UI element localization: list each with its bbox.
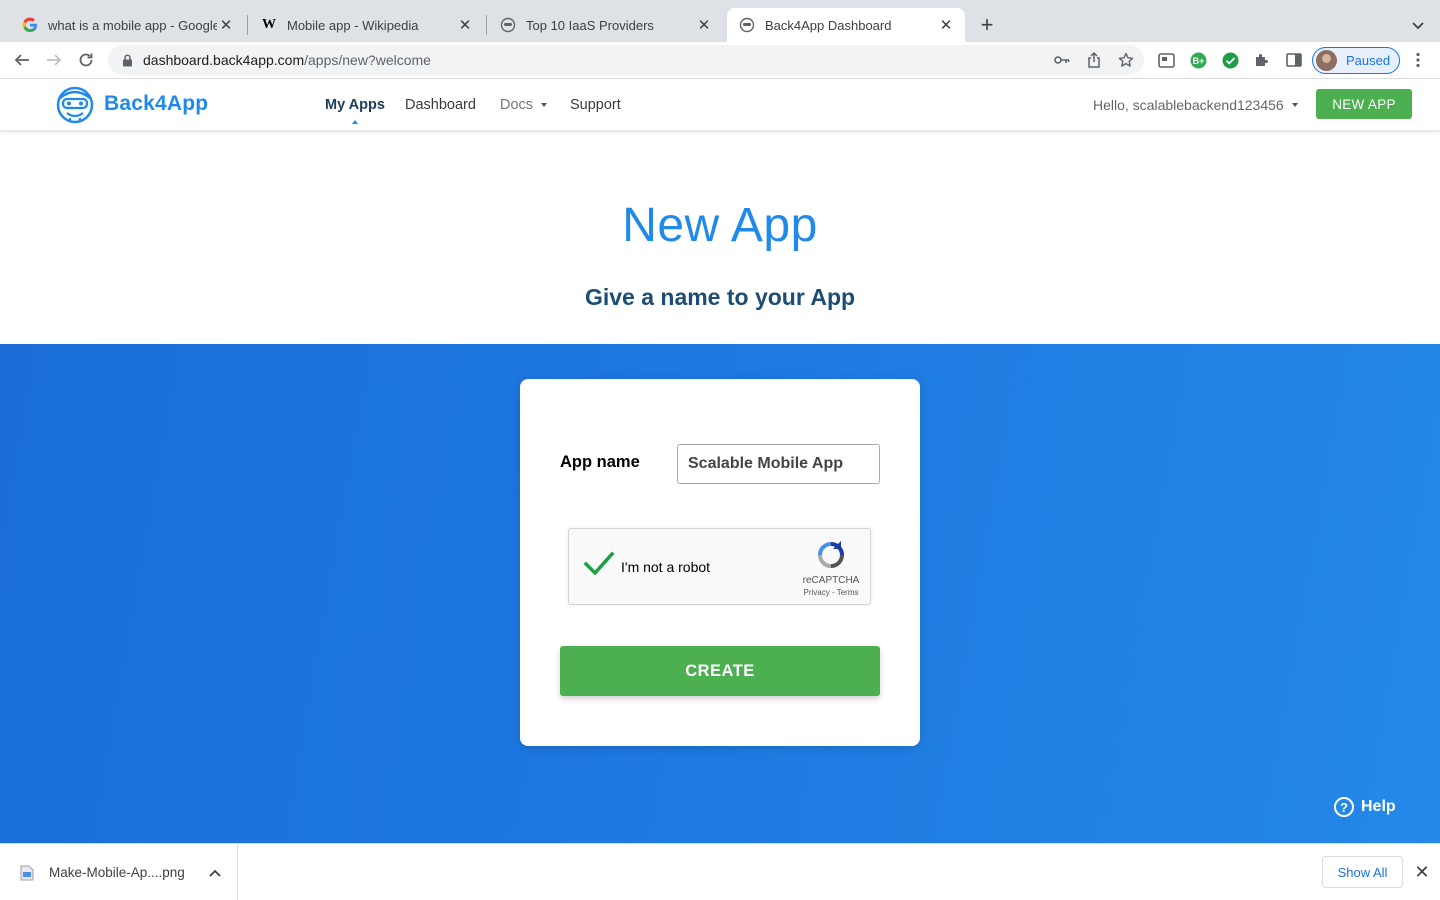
captcha-checkbox[interactable]: [583, 549, 615, 579]
nav-my-apps[interactable]: My Apps: [325, 80, 385, 130]
extension-green-b-icon[interactable]: B+: [1189, 51, 1207, 69]
help-button[interactable]: ? Help: [1334, 796, 1396, 818]
browser-toolbar: dashboard.back4app.com/apps/new?welcome …: [0, 42, 1440, 79]
tab-divider: [247, 15, 248, 35]
question-icon: ?: [1334, 797, 1354, 817]
side-panel-icon[interactable]: [1285, 51, 1303, 69]
app-name-label: App name: [560, 453, 640, 471]
wikipedia-w-icon: W: [262, 17, 276, 32]
download-bar: Make-Mobile-Ap....png Show All ✕: [0, 843, 1440, 900]
tab-title: Back4App Dashboard: [765, 17, 892, 33]
caret-down-icon: [541, 103, 548, 107]
show-all-downloads-button[interactable]: Show All: [1322, 856, 1403, 888]
close-tab-icon[interactable]: ✕: [456, 16, 474, 34]
user-greeting: Hello, scalablebackend123456: [1093, 97, 1284, 113]
svg-text:B+: B+: [1192, 56, 1204, 66]
close-tab-icon[interactable]: ✕: [217, 16, 235, 34]
kebab-menu-icon[interactable]: [1409, 51, 1427, 69]
back4app-icon: [739, 17, 755, 33]
browser-tab-strip: what is a mobile app - Google S ✕ W Mobi…: [0, 0, 1440, 42]
star-bookmark-icon[interactable]: [1118, 52, 1134, 68]
address-bar[interactable]: dashboard.back4app.com/apps/new?welcome: [108, 45, 1144, 75]
extension-green-check-icon[interactable]: [1221, 51, 1239, 69]
url-host: dashboard.back4app.com: [143, 52, 305, 68]
tab-title: Mobile app - Wikipedia: [287, 17, 419, 33]
tab-divider: [486, 15, 487, 35]
image-file-icon: [20, 865, 34, 881]
recaptcha-brand: reCAPTCHA: [802, 575, 860, 586]
lock-icon[interactable]: [120, 53, 134, 67]
app-header: Back4App My Apps Dashboard Docs Support …: [0, 80, 1440, 130]
new-app-button[interactable]: NEW APP: [1316, 89, 1412, 119]
close-tab-icon[interactable]: ✕: [937, 16, 955, 34]
create-button[interactable]: CREATE: [560, 646, 880, 696]
hero-section: New App Give a name to your App: [0, 130, 1440, 344]
key-icon[interactable]: [1054, 52, 1070, 68]
chevron-up-icon[interactable]: [203, 869, 227, 877]
form-section: App name I'm not a robot reCAPTCHA Priva…: [0, 344, 1440, 843]
back-arrow-icon[interactable]: [10, 48, 34, 72]
nav-dashboard[interactable]: Dashboard: [405, 80, 476, 130]
back4app-logo-icon: [56, 86, 94, 124]
new-app-card: App name I'm not a robot reCAPTCHA Priva…: [520, 379, 920, 746]
page-title: New App: [622, 199, 818, 252]
profile-status-label: Paused: [1346, 53, 1391, 68]
page-subtitle: Give a name to your App: [584, 284, 856, 310]
browser-tab-back4app-dashboard[interactable]: Back4App Dashboard ✕: [727, 8, 965, 42]
checkmark-icon: [583, 551, 615, 576]
recaptcha-privacy-terms[interactable]: Privacy - Terms: [791, 588, 871, 597]
recaptcha-logo-icon: [815, 539, 847, 571]
download-item[interactable]: Make-Mobile-Ap....png: [0, 844, 238, 900]
logo-text: Back4App: [104, 92, 209, 115]
chevron-down-icon[interactable]: [1406, 13, 1430, 37]
browser-tab-iaas[interactable]: Top 10 IaaS Providers ✕: [488, 8, 723, 42]
extension-icon[interactable]: [1157, 51, 1175, 69]
browser-tab-wikipedia[interactable]: W Mobile app - Wikipedia ✕: [249, 8, 484, 42]
avatar: [1316, 50, 1337, 71]
download-file-name: Make-Mobile-Ap....png: [49, 865, 185, 880]
caret-down-icon: [1291, 103, 1298, 107]
profile-button[interactable]: Paused: [1312, 47, 1400, 74]
new-tab-plus-icon[interactable]: +: [975, 12, 999, 37]
forward-arrow-icon[interactable]: [42, 48, 66, 72]
back4app-logo[interactable]: Back4App: [54, 84, 208, 124]
app-name-input[interactable]: [677, 444, 880, 484]
browser-tab-google[interactable]: what is a mobile app - Google S ✕: [10, 8, 245, 42]
back4app-icon: [500, 17, 516, 33]
reload-icon[interactable]: [74, 48, 98, 72]
share-icon[interactable]: [1086, 52, 1102, 68]
captcha-label: I'm not a robot: [621, 559, 711, 575]
user-menu[interactable]: Hello, scalablebackend123456: [1093, 80, 1298, 130]
close-tab-icon[interactable]: ✕: [695, 16, 713, 34]
help-label: Help: [1361, 798, 1396, 815]
url-path: /apps/new?welcome: [304, 52, 431, 68]
recaptcha-widget: I'm not a robot reCAPTCHA Privacy - Term…: [568, 528, 871, 605]
tab-title: what is a mobile app - Google S: [48, 17, 217, 33]
nav-docs[interactable]: Docs: [500, 80, 548, 130]
nav-docs-label: Docs: [500, 97, 534, 113]
tab-title: Top 10 IaaS Providers: [526, 17, 654, 33]
google-g-icon: [22, 17, 38, 33]
close-icon[interactable]: ✕: [1412, 862, 1432, 882]
nav-support[interactable]: Support: [570, 80, 621, 130]
puzzle-extensions-icon[interactable]: [1253, 51, 1271, 69]
